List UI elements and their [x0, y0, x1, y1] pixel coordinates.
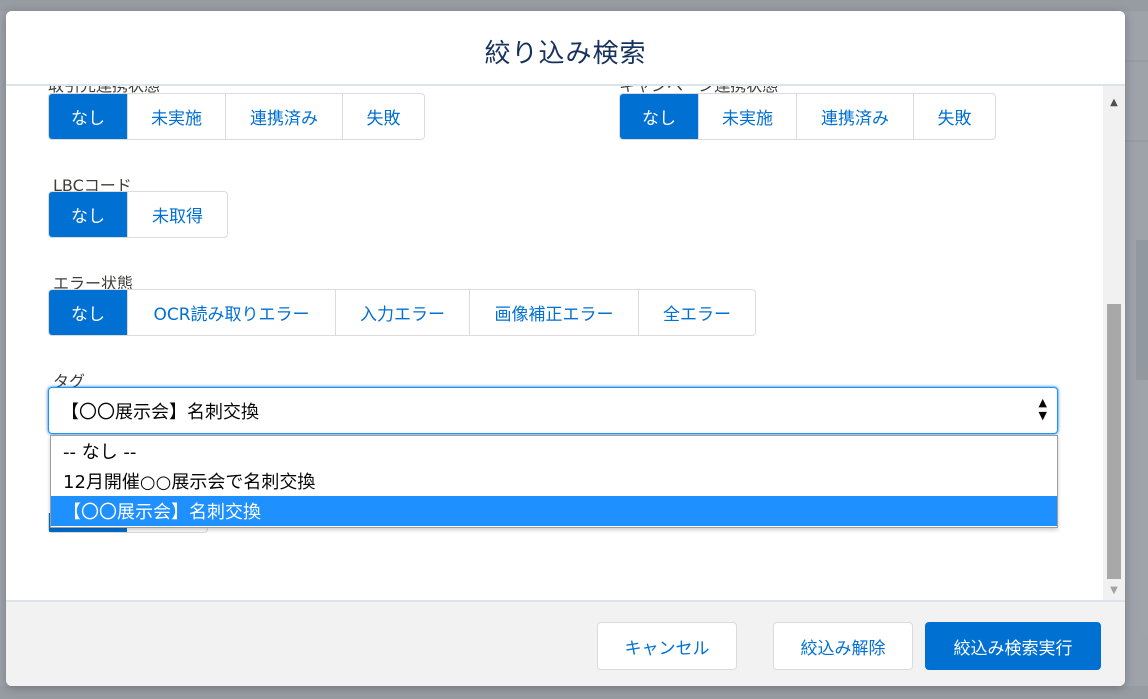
- select-arrows-icon: ▲ ▼: [1038, 396, 1047, 422]
- tag-option-exhibition-card-exchange[interactable]: 【〇〇展示会】名刺交換: [51, 496, 1057, 526]
- tag-select[interactable]: 【〇〇展示会】名刺交換 ▲ ▼: [48, 387, 1058, 434]
- lbc-code-option-not-acquired[interactable]: 未取得: [128, 192, 227, 237]
- error-status-option-ocr-error[interactable]: OCR読み取りエラー: [128, 290, 336, 335]
- error-status-button-group: なし OCR読み取りエラー 入力エラー 画像補正エラー 全エラー: [48, 289, 756, 336]
- partner-sync-button-group: なし 未実施 連携済み 失敗: [48, 93, 425, 140]
- tag-select-value: 【〇〇展示会】名刺交換: [61, 401, 259, 423]
- filter-modal: 絞り込み検索 取引先連携状態 なし 未実施 連携済み 失敗 キャンペーン連携状態…: [6, 11, 1125, 686]
- modal-header: 絞り込み検索: [6, 11, 1125, 86]
- partner-sync-option-not-run[interactable]: 未実施: [128, 94, 226, 139]
- campaign-sync-option-not-run[interactable]: 未実施: [699, 94, 797, 139]
- tag-dropdown-list: -- なし -- 12月開催○○展示会で名刺交換 【〇〇展示会】名刺交換: [50, 435, 1058, 528]
- modal-scrollbar[interactable]: ▲ ▼: [1103, 86, 1125, 600]
- scroll-down-arrow-icon[interactable]: ▼: [1103, 580, 1125, 600]
- campaign-sync-button-group: なし 未実施 連携済み 失敗: [619, 93, 996, 140]
- clear-filter-button[interactable]: 絞込み解除: [773, 622, 913, 670]
- error-status-option-all-errors[interactable]: 全エラー: [639, 290, 755, 335]
- partner-sync-option-failed[interactable]: 失敗: [343, 94, 424, 139]
- cancel-button[interactable]: キャンセル: [597, 622, 737, 670]
- campaign-sync-option-none[interactable]: なし: [620, 94, 699, 139]
- error-status-option-none[interactable]: なし: [49, 290, 128, 335]
- partner-sync-option-synced[interactable]: 連携済み: [226, 94, 343, 139]
- modal-body[interactable]: 取引先連携状態 なし 未実施 連携済み 失敗 キャンペーン連携状態 なし 未実施…: [6, 86, 1125, 600]
- modal-footer: キャンセル 絞込み解除 絞込み検索実行: [6, 600, 1125, 686]
- modal-title: 絞り込み検索: [484, 39, 647, 69]
- partner-sync-option-none[interactable]: なし: [49, 94, 128, 139]
- scroll-up-arrow-icon[interactable]: ▲: [1103, 92, 1125, 112]
- tag-option-none[interactable]: -- なし --: [51, 436, 1057, 466]
- campaign-sync-option-synced[interactable]: 連携済み: [797, 94, 914, 139]
- campaign-sync-option-failed[interactable]: 失敗: [914, 94, 995, 139]
- error-status-option-input-error[interactable]: 入力エラー: [336, 290, 470, 335]
- scrollbar-thumb[interactable]: [1107, 304, 1121, 579]
- lbc-code-option-none[interactable]: なし: [49, 192, 128, 237]
- error-status-option-image-error[interactable]: 画像補正エラー: [470, 290, 639, 335]
- tag-option-december-exhibition[interactable]: 12月開催○○展示会で名刺交換: [51, 466, 1057, 496]
- run-filter-search-button[interactable]: 絞込み検索実行: [925, 622, 1101, 670]
- lbc-code-button-group: なし 未取得: [48, 191, 228, 238]
